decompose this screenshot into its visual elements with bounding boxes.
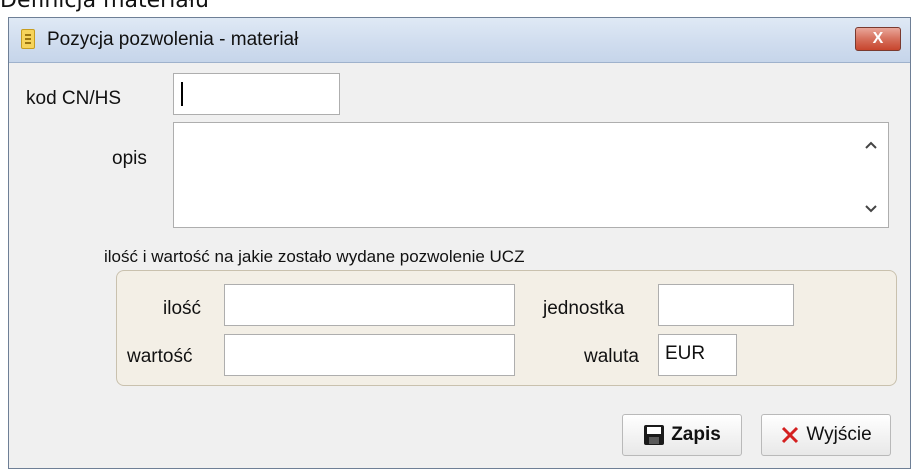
scroll-up-icon[interactable] (858, 131, 884, 159)
red-x-icon (780, 425, 800, 445)
waluta-value: EUR (665, 343, 706, 364)
scroll-down-icon[interactable] (858, 195, 884, 223)
window-title: Pozycja pozwolenia - materiał (47, 29, 299, 50)
floppy-disk-icon (643, 424, 665, 446)
waluta-input[interactable]: EUR (658, 334, 737, 376)
title-bar: Pozycja pozwolenia - materiał X (9, 18, 910, 63)
opis-scrollbar[interactable] (858, 127, 884, 223)
ilosc-input[interactable] (224, 284, 515, 326)
ilosc-label: ilość (163, 298, 202, 319)
kod-cn-hs-input[interactable] (173, 73, 340, 115)
notepad-icon (21, 29, 35, 49)
save-button[interactable]: Zapis (622, 414, 742, 456)
section-label: ilość i wartość na jakie zostało wydane … (104, 247, 525, 266)
close-icon: X (872, 30, 884, 47)
opis-textarea[interactable] (173, 122, 889, 228)
wartosc-label: wartość (127, 346, 193, 367)
dialog-window: Pozycja pozwolenia - materiał X kod CN/H… (8, 17, 911, 469)
text-caret (181, 82, 183, 106)
exit-label: Wyjście (806, 424, 872, 445)
jednostka-label: jednostka (543, 298, 625, 319)
close-button[interactable]: X (855, 27, 901, 51)
waluta-label: waluta (584, 346, 639, 367)
exit-button[interactable]: Wyjście (761, 414, 891, 456)
background-window-title: Definicja materiału (0, 0, 209, 13)
jednostka-input[interactable] (658, 284, 794, 326)
quantity-value-group: ilość jednostka wartość waluta EUR (116, 270, 897, 386)
wartosc-input[interactable] (224, 334, 515, 376)
kod-cn-hs-label: kod CN/HS (26, 88, 122, 109)
opis-label: opis (112, 148, 147, 169)
save-label: Zapis (671, 424, 721, 445)
